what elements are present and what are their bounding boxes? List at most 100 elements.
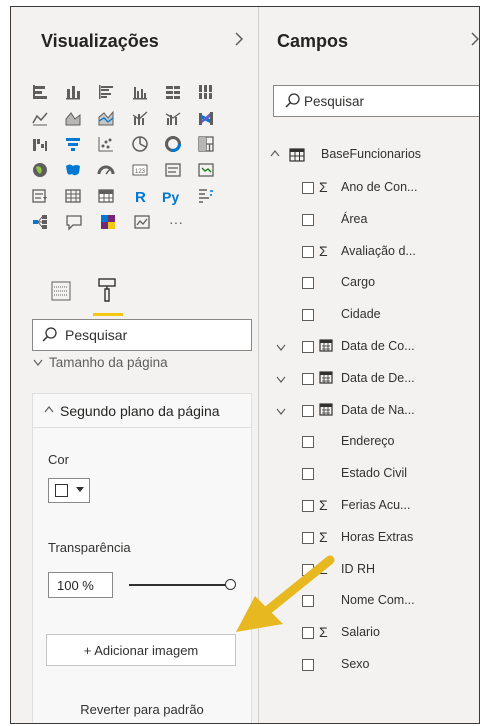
treemap-icon[interactable] bbox=[190, 133, 223, 155]
field-checkbox[interactable] bbox=[302, 245, 314, 258]
field-checkbox[interactable] bbox=[302, 658, 314, 671]
transparency-label: Transparência bbox=[48, 540, 131, 555]
table-icon[interactable] bbox=[56, 185, 89, 207]
field-checkbox[interactable] bbox=[302, 563, 314, 576]
area-chart-icon[interactable] bbox=[56, 107, 89, 129]
decomposition-tree-icon[interactable] bbox=[23, 211, 57, 233]
card-icon[interactable]: 123 bbox=[123, 159, 156, 181]
pane-tabs bbox=[51, 277, 161, 317]
field-checkbox[interactable] bbox=[302, 309, 314, 322]
chevron-up-icon bbox=[43, 403, 55, 419]
ribbon-chart-icon[interactable] bbox=[190, 107, 223, 129]
waterfall-chart-icon[interactable] bbox=[23, 133, 56, 155]
matrix-icon[interactable] bbox=[90, 185, 123, 207]
field-item[interactable]: Σ Horas Extras bbox=[259, 525, 479, 557]
sigma-icon: Σ bbox=[319, 242, 328, 259]
chevron-down-icon[interactable] bbox=[275, 342, 287, 356]
field-item[interactable]: Data de Na... bbox=[259, 398, 479, 430]
chevron-down-icon[interactable] bbox=[275, 406, 287, 420]
field-item[interactable]: Cidade bbox=[259, 302, 479, 334]
field-checkbox[interactable] bbox=[302, 436, 314, 449]
table-name: BaseFuncionarios bbox=[321, 147, 422, 161]
scatter-chart-icon[interactable] bbox=[90, 133, 123, 155]
power-bi-panes: Visualizações 123 R Py ··· Pesquisar Tam… bbox=[10, 6, 480, 724]
field-checkbox[interactable] bbox=[302, 213, 314, 226]
100-stacked-column-chart-icon[interactable] bbox=[190, 81, 223, 103]
page-size-section[interactable]: Tamanho da página bbox=[32, 355, 168, 375]
field-item[interactable]: Σ Salario bbox=[259, 620, 479, 652]
search-placeholder: Pesquisar bbox=[65, 327, 128, 343]
slicer-icon[interactable] bbox=[23, 185, 56, 207]
field-name: Ano de Con... bbox=[341, 180, 418, 194]
transparency-slider-thumb[interactable] bbox=[225, 579, 236, 590]
field-item[interactable]: Sexo bbox=[259, 652, 479, 684]
clustered-column-chart-icon[interactable] bbox=[123, 81, 156, 103]
field-checkbox[interactable] bbox=[302, 468, 314, 481]
funnel-chart-icon[interactable] bbox=[56, 133, 89, 155]
field-item[interactable]: Data de Co... bbox=[259, 334, 479, 366]
stacked-bar-chart-icon[interactable] bbox=[23, 81, 56, 103]
field-checkbox[interactable] bbox=[302, 277, 314, 290]
fields-tab-icon[interactable] bbox=[51, 279, 71, 308]
line-and-clustered-column-chart-icon[interactable] bbox=[156, 107, 189, 129]
r-script-visual-icon[interactable]: R bbox=[123, 185, 156, 207]
field-item[interactable]: Σ Ano de Con... bbox=[259, 175, 479, 207]
donut-chart-icon[interactable] bbox=[156, 133, 189, 155]
chevron-right-icon[interactable] bbox=[233, 29, 245, 54]
page-background-header[interactable]: Segundo plano da página bbox=[33, 394, 251, 428]
power-apps-visual-icon[interactable] bbox=[91, 211, 125, 233]
chevron-down-icon bbox=[32, 356, 44, 371]
fields-search-input[interactable]: Pesquisar bbox=[273, 85, 479, 117]
transparency-input[interactable]: 100 % bbox=[48, 572, 113, 598]
field-checkbox[interactable] bbox=[302, 404, 314, 417]
clustered-bar-chart-icon[interactable] bbox=[90, 81, 123, 103]
revert-to-default-link[interactable]: Reverter para padrão bbox=[33, 702, 251, 717]
page-background-card: Segundo plano da página Cor Transparênci… bbox=[32, 393, 264, 723]
field-checkbox[interactable] bbox=[302, 340, 314, 353]
field-item[interactable]: Estado Civil bbox=[259, 461, 479, 493]
format-paint-icon[interactable] bbox=[97, 277, 117, 308]
field-item[interactable]: Data de De... bbox=[259, 366, 479, 398]
search-placeholder: Pesquisar bbox=[304, 94, 365, 109]
field-item[interactable]: Cargo bbox=[259, 270, 479, 302]
field-checkbox[interactable] bbox=[302, 531, 314, 544]
paginated-report-icon[interactable] bbox=[125, 211, 159, 233]
field-checkbox[interactable] bbox=[302, 182, 314, 194]
field-name: Data de Co... bbox=[341, 338, 415, 353]
transparency-slider-track[interactable] bbox=[129, 584, 229, 586]
gauge-icon[interactable] bbox=[90, 159, 123, 181]
field-checkbox[interactable] bbox=[302, 595, 314, 608]
map-icon[interactable] bbox=[23, 159, 56, 181]
qna-visual-icon[interactable] bbox=[57, 211, 91, 233]
field-item[interactable]: Nome Com... bbox=[259, 588, 479, 620]
field-item[interactable]: Endereço bbox=[259, 429, 479, 461]
multi-row-card-icon[interactable] bbox=[156, 159, 189, 181]
field-name: Data de Na... bbox=[341, 402, 415, 417]
filled-map-icon[interactable] bbox=[56, 159, 89, 181]
chevron-down-icon[interactable] bbox=[275, 374, 287, 388]
field-checkbox[interactable] bbox=[302, 627, 314, 640]
field-item[interactable]: Área bbox=[259, 207, 479, 239]
field-name: Estado Civil bbox=[341, 466, 407, 481]
color-picker-button[interactable] bbox=[48, 478, 90, 503]
python-visual-icon[interactable]: Py bbox=[156, 185, 189, 207]
more-visuals-icon[interactable]: ··· bbox=[159, 211, 193, 233]
field-item[interactable]: Σ Avaliação d... bbox=[259, 239, 479, 271]
stacked-column-chart-icon[interactable] bbox=[56, 81, 89, 103]
chevron-up-icon bbox=[269, 148, 281, 163]
field-item[interactable]: Σ Ferias Acu... bbox=[259, 493, 479, 525]
100-stacked-bar-chart-icon[interactable] bbox=[156, 81, 189, 103]
format-search-input[interactable]: Pesquisar bbox=[32, 319, 252, 351]
field-item[interactable]: Σ ID RH bbox=[259, 557, 479, 589]
stacked-area-chart-icon[interactable] bbox=[90, 107, 123, 129]
field-checkbox[interactable] bbox=[302, 372, 314, 385]
chevron-right-icon[interactable] bbox=[469, 29, 479, 54]
pie-chart-icon[interactable] bbox=[123, 133, 156, 155]
add-image-button[interactable]: + Adicionar imagem bbox=[46, 634, 236, 666]
kpi-icon[interactable] bbox=[190, 159, 223, 181]
line-chart-icon[interactable] bbox=[23, 107, 56, 129]
table-node[interactable]: BaseFuncionarios bbox=[269, 145, 479, 165]
key-influencers-icon[interactable] bbox=[190, 185, 223, 207]
line-and-stacked-column-chart-icon[interactable] bbox=[123, 107, 156, 129]
field-checkbox[interactable] bbox=[302, 499, 314, 512]
